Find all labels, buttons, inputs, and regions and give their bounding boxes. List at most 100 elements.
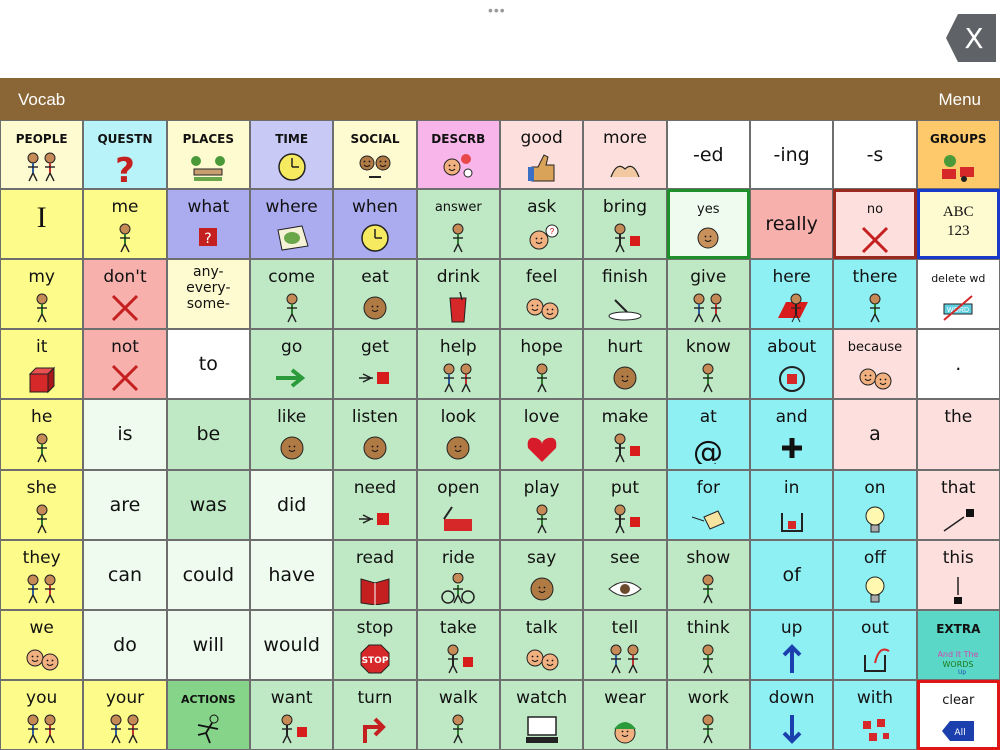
key-stop[interactable]: stop STOP [333,609,417,680]
key-want[interactable]: want [249,679,334,750]
key-take[interactable]: take [416,609,500,680]
key-really[interactable]: really [749,189,834,260]
key-watch[interactable]: watch [499,679,584,750]
key-finish[interactable]: finish [583,259,667,330]
key-walk[interactable]: walk [416,679,500,750]
key-here[interactable]: here [749,259,834,330]
key-come[interactable]: come [249,259,334,330]
key-groups[interactable]: GROUPS [916,120,1000,189]
key-me[interactable]: me [83,189,167,260]
key-love[interactable]: love [499,399,584,470]
key-your[interactable]: your [83,679,167,750]
key-people[interactable]: PEOPLE [0,120,84,189]
key-what[interactable]: what? [166,189,250,260]
key-be[interactable]: be [166,399,250,470]
key-read[interactable]: read [333,539,417,610]
key-she[interactable]: she [0,469,84,540]
key-you[interactable]: you [0,679,84,750]
key-this[interactable]: this [916,539,1000,610]
key-out[interactable]: out [833,609,917,680]
key-at[interactable]: at @ [666,399,750,470]
key-descrb[interactable]: DESCRB [416,120,500,189]
key-give[interactable]: give [666,259,750,330]
key-of[interactable]: of [749,539,834,610]
key-they[interactable]: they [0,539,84,610]
key-could[interactable]: could [166,539,250,610]
key-there[interactable]: there [833,259,917,330]
key-in[interactable]: in [749,469,834,540]
key-would[interactable]: would [249,609,334,680]
key-tell[interactable]: tell [583,609,667,680]
key-look[interactable]: look [416,399,500,470]
key-up[interactable]: up [749,609,834,680]
key-that[interactable]: that [916,469,1000,540]
key-with[interactable]: with [833,679,917,750]
key-need[interactable]: need [333,469,417,540]
menu-button[interactable]: Menu [938,90,981,110]
key-the[interactable]: the [916,399,1000,470]
key-extra[interactable]: EXTRA And It The WORDS Up [916,609,1000,680]
key-show[interactable]: show [666,539,750,610]
key-drink[interactable]: drink [416,259,500,330]
key-ride[interactable]: ride [416,539,500,610]
key-is[interactable]: is [83,399,167,470]
key-off[interactable]: off [833,539,917,610]
key-where[interactable]: where [249,189,334,260]
key-for[interactable]: for [666,469,750,540]
key-see[interactable]: see [583,539,667,610]
key-talk[interactable]: talk [499,609,584,680]
key-go[interactable]: go [249,329,334,400]
key-down[interactable]: down [749,679,834,750]
key-like[interactable]: like [249,399,334,470]
key-will[interactable]: will [166,609,250,680]
key-say[interactable]: say [499,539,584,610]
key-get[interactable]: get [333,329,417,400]
key-don-t[interactable]: don't [83,259,167,330]
key-turn[interactable]: turn [333,679,417,750]
key-abc-123[interactable]: ABC 123 [916,189,1000,260]
key-answer[interactable]: answer [416,189,500,260]
key-about[interactable]: about [749,329,834,400]
key-a[interactable]: a [833,399,917,470]
key-social[interactable]: SOCIAL [333,120,417,189]
key-when[interactable]: when [333,189,417,260]
key-to[interactable]: to [166,329,250,400]
key-period[interactable]: . [916,329,1000,400]
key-wear[interactable]: wear [583,679,667,750]
key-put[interactable]: put [583,469,667,540]
ellipsis-icon[interactable]: ••• [488,3,506,17]
key-clear[interactable]: clear All [916,679,1000,750]
key-are[interactable]: are [83,469,167,540]
key-help[interactable]: help [416,329,500,400]
key-work[interactable]: work [666,679,750,750]
key-bring[interactable]: bring [583,189,667,260]
key-hope[interactable]: hope [499,329,584,400]
key-delete-wd[interactable]: delete wd WORD [916,259,1000,330]
key-yes[interactable]: yes [666,189,750,260]
key-no[interactable]: no [833,189,917,260]
key-open[interactable]: open [416,469,500,540]
key-time[interactable]: TIME [249,120,334,189]
key-my[interactable]: my [0,259,84,330]
key-because[interactable]: because [833,329,917,400]
key-places[interactable]: PLACES [166,120,250,189]
key-can[interactable]: can [83,539,167,610]
key-play[interactable]: play [499,469,584,540]
key-have[interactable]: have [249,539,334,610]
key-ed[interactable]: -ed [666,120,750,189]
key-questn[interactable]: QUESTN? [83,120,167,189]
key-know[interactable]: know [666,329,750,400]
key-feel[interactable]: feel [499,259,584,330]
key-make[interactable]: make [583,399,667,470]
key-listen[interactable]: listen [333,399,417,470]
vocab-label[interactable]: Vocab [18,90,65,110]
key-i[interactable]: I [0,189,84,260]
key-not[interactable]: not [83,329,167,400]
key-s[interactable]: -s [833,120,917,189]
key-it[interactable]: it [0,329,84,400]
key-ing[interactable]: -ing [749,120,834,189]
key-on[interactable]: on [833,469,917,540]
key-and[interactable]: and [749,399,834,470]
key-did[interactable]: did [249,469,334,540]
key-was[interactable]: was [166,469,250,540]
